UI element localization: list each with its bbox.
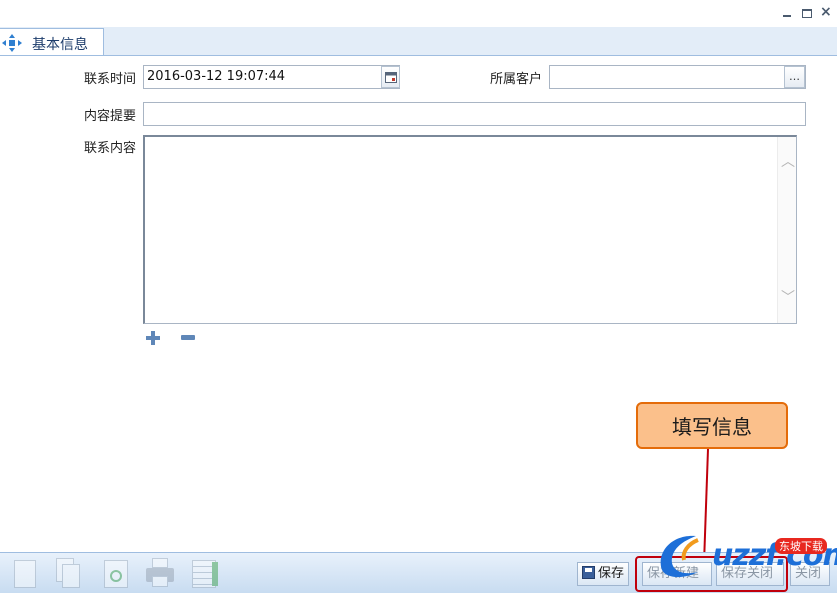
tab-basic-info-label: 基本信息 xyxy=(32,37,88,53)
expand-arrows-icon xyxy=(2,34,22,52)
contact-time-field[interactable]: 2016-03-12 19:07:44 xyxy=(143,65,400,89)
scroll-up-icon[interactable]: ︿ xyxy=(781,151,795,171)
add-row-icon[interactable] xyxy=(146,331,160,345)
copy-document-icon xyxy=(54,558,82,588)
refresh-icon xyxy=(102,558,130,588)
content-textarea[interactable]: ︿ ﹀ xyxy=(143,135,797,324)
save-disk-icon xyxy=(582,566,595,579)
contact-time-label: 联系时间 xyxy=(84,72,137,87)
new-document-icon xyxy=(10,558,38,588)
restore-icon[interactable] xyxy=(801,7,813,19)
print-icon xyxy=(146,558,174,588)
close-icon[interactable]: × xyxy=(820,5,832,19)
minimize-icon[interactable] xyxy=(781,7,793,19)
tab-basic-info[interactable]: 基本信息 xyxy=(0,28,104,55)
save-button[interactable]: 保存 xyxy=(577,562,629,586)
date-picker-button[interactable] xyxy=(381,66,400,88)
contact-time-value: 2016-03-12 19:07:44 xyxy=(147,69,286,84)
content-label: 联系内容 xyxy=(84,141,137,156)
customer-picker-button[interactable]: … xyxy=(784,66,805,88)
summary-field[interactable] xyxy=(143,102,806,126)
window-title-bar xyxy=(0,0,837,28)
watermark-swoosh-icon xyxy=(660,535,699,578)
callout-text: 填写信息 xyxy=(672,415,752,439)
scroll-down-icon[interactable]: ﹀ xyxy=(781,287,795,307)
callout-box: 填写信息 xyxy=(636,402,788,449)
customer-label: 所属客户 xyxy=(490,72,543,87)
watermark-badge: 东坡下载 xyxy=(775,538,827,554)
calendar-icon xyxy=(385,72,397,83)
tab-bar xyxy=(0,27,837,56)
export-table-icon xyxy=(190,558,218,588)
remove-row-icon[interactable] xyxy=(181,335,195,340)
summary-label: 内容提要 xyxy=(84,109,137,124)
content-scrollbar[interactable]: ︿ ﹀ xyxy=(777,137,796,323)
save-button-label: 保存 xyxy=(598,566,625,581)
customer-field[interactable] xyxy=(549,65,806,89)
